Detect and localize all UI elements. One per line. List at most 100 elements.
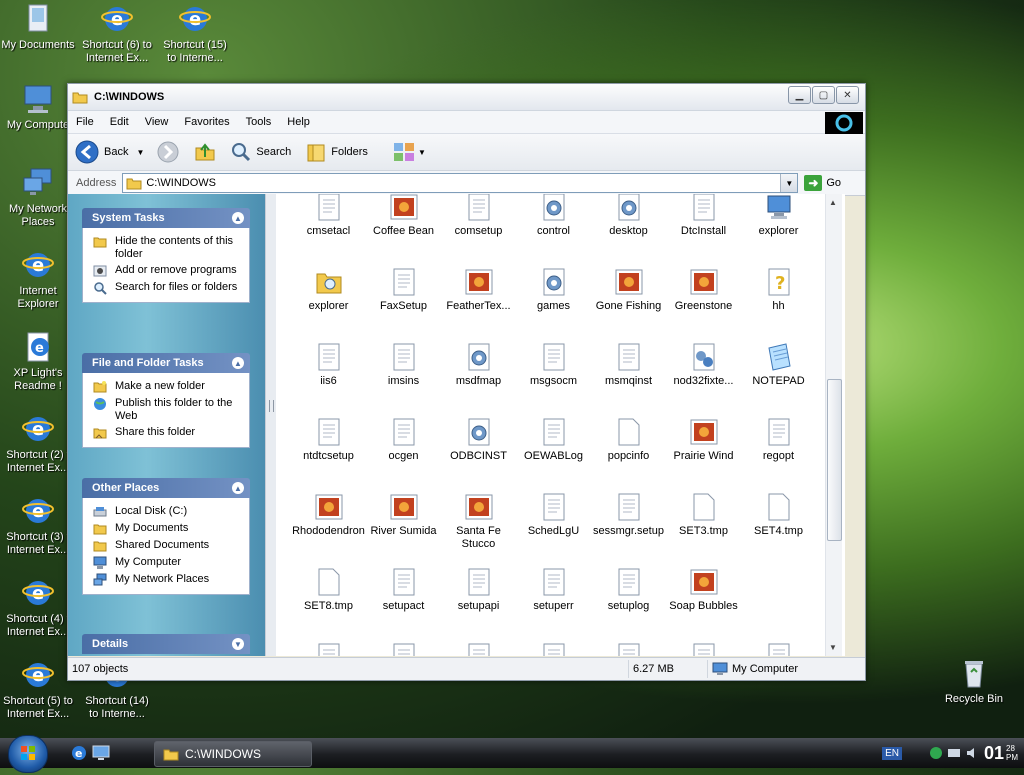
search-button[interactable]: Search — [230, 141, 291, 163]
file-item[interactable]: Greenstone — [666, 267, 741, 313]
file-item[interactable]: imsins — [366, 342, 441, 388]
desktop-icon-my-computer[interactable]: My Compute — [1, 82, 75, 132]
file-item[interactable]: popcinfo — [591, 417, 666, 463]
start-button[interactable] — [8, 735, 48, 773]
language-indicator[interactable]: EN — [882, 746, 902, 760]
chevron-down-icon[interactable]: ▼ — [232, 638, 244, 650]
desktop-icon-recycle-bin[interactable]: Recycle Bin — [937, 656, 1011, 706]
file-item-partial[interactable] — [366, 642, 441, 656]
file-item-partial[interactable] — [516, 642, 591, 656]
menu-favorites[interactable]: Favorites — [176, 116, 237, 128]
file-item[interactable]: FeatherTex... — [441, 267, 516, 313]
file-item[interactable]: setuplog — [591, 567, 666, 613]
desktop-icon-readme[interactable]: e XP Light's Readme ! — [1, 330, 75, 393]
scroll-thumb[interactable] — [827, 379, 842, 541]
file-item[interactable]: games — [516, 267, 591, 313]
file-item[interactable]: ? hh — [741, 267, 816, 313]
panel-header[interactable]: File and Folder Tasks ▲ — [82, 353, 250, 373]
menu-help[interactable]: Help — [279, 116, 318, 128]
security-tray-icon[interactable] — [928, 745, 944, 761]
file-item[interactable]: explorer — [741, 194, 816, 238]
desktop-icon-internet-explorer[interactable]: e Internet Explorer — [1, 248, 75, 311]
close-button[interactable]: ✕ — [836, 86, 859, 104]
forward-button[interactable] — [156, 140, 180, 164]
title-bar[interactable]: C:\WINDOWS ▁ ▢ ✕ — [68, 84, 865, 111]
file-item[interactable]: msmqinst — [591, 342, 666, 388]
scroll-down-icon[interactable]: ▼ — [829, 643, 837, 652]
maximize-button[interactable]: ▢ — [812, 86, 835, 104]
menu-file[interactable]: File — [68, 116, 102, 128]
file-item[interactable]: comsetup — [441, 194, 516, 238]
file-item[interactable]: SET3.tmp — [666, 492, 741, 538]
place-my-documents[interactable]: My Documents — [93, 522, 243, 536]
file-item[interactable]: ocgen — [366, 417, 441, 463]
network-tray-icon[interactable] — [946, 745, 962, 761]
chevron-up-icon[interactable]: ▲ — [232, 482, 244, 494]
task-hide-contents[interactable]: Hide the contents of this folder — [93, 235, 243, 261]
file-item-partial[interactable] — [591, 642, 666, 656]
place-network-places[interactable]: My Network Places — [93, 573, 243, 587]
desktop-icon-shortcut-3[interactable]: e Shortcut (3) t Internet Ex... — [1, 494, 75, 557]
file-item[interactable]: Rhododendron — [291, 492, 366, 538]
file-item[interactable]: iis6 — [291, 342, 366, 388]
file-item[interactable]: regopt — [741, 417, 816, 463]
file-item[interactable]: River Sumida — [366, 492, 441, 538]
back-button[interactable]: Back ▼ — [74, 139, 144, 165]
go-button[interactable]: ➜ Go — [804, 175, 841, 191]
file-item[interactable]: setupapi — [441, 567, 516, 613]
file-item[interactable]: Soap Bubbles — [666, 567, 741, 613]
task-share-folder[interactable]: Share this folder — [93, 426, 243, 440]
clock-hours[interactable]: 01 — [984, 743, 1004, 764]
panel-header[interactable]: System Tasks ▲ — [82, 208, 250, 228]
folders-button[interactable]: Folders — [305, 141, 368, 163]
desktop-icon-my-documents[interactable]: My Documents — [1, 2, 75, 52]
desktop-icon-shortcut-6[interactable]: e Shortcut (6) to Internet Ex... — [80, 2, 154, 65]
file-item[interactable]: nod32fixte... — [666, 342, 741, 388]
file-item[interactable]: setupact — [366, 567, 441, 613]
desktop-icon-shortcut-4[interactable]: e Shortcut (4) t Internet Ex... — [1, 576, 75, 639]
file-item[interactable]: NOTEPAD — [741, 342, 816, 388]
file-item[interactable]: msgsocm — [516, 342, 591, 388]
desktop-icon-shortcut-2[interactable]: e Shortcut (2) t Internet Ex... — [1, 412, 75, 475]
address-dropdown-button[interactable]: ▼ — [780, 174, 798, 192]
file-item[interactable]: SET8.tmp — [291, 567, 366, 613]
taskbar-window-button[interactable]: C:\WINDOWS — [154, 741, 312, 767]
file-item-partial[interactable] — [666, 642, 741, 656]
file-item[interactable]: Santa Fe Stucco — [441, 492, 516, 551]
place-local-disk[interactable]: Local Disk (C:) — [93, 505, 243, 519]
file-item-partial[interactable] — [441, 642, 516, 656]
file-item[interactable]: OEWABLog — [516, 417, 591, 463]
scroll-up-icon[interactable]: ▲ — [829, 198, 837, 207]
task-add-remove-programs[interactable]: Add or remove programs — [93, 264, 243, 278]
file-item[interactable]: cmsetacl — [291, 194, 366, 238]
file-item[interactable]: DtcInstall — [666, 194, 741, 238]
up-folder-button[interactable] — [194, 142, 216, 162]
chevron-down-icon[interactable]: ▼ — [136, 148, 144, 157]
show-desktop-icon[interactable] — [92, 745, 110, 761]
vertical-scrollbar[interactable]: ▲ ▼ — [825, 194, 842, 656]
file-item[interactable]: sessmgr.setup — [591, 492, 666, 538]
file-item[interactable]: FaxSetup — [366, 267, 441, 313]
panel-header[interactable]: Details ▼ — [82, 634, 250, 654]
file-item[interactable]: SchedLgU — [516, 492, 591, 538]
place-shared-documents[interactable]: Shared Documents — [93, 539, 243, 553]
internet-explorer-icon[interactable]: e — [70, 744, 88, 762]
file-item[interactable]: SET4.tmp — [741, 492, 816, 538]
address-input[interactable]: C:\WINDOWS ▼ — [122, 173, 799, 193]
file-item[interactable]: Gone Fishing — [591, 267, 666, 313]
desktop-icon-network-places[interactable]: My Network Places — [1, 166, 75, 229]
file-item[interactable]: Prairie Wind — [666, 417, 741, 463]
file-item[interactable]: ntdtcsetup — [291, 417, 366, 463]
desktop-icon-shortcut-5[interactable]: e Shortcut (5) to Internet Ex... — [1, 658, 75, 721]
explorer-window[interactable]: C:\WINDOWS ▁ ▢ ✕ File Edit View Favorite… — [67, 83, 866, 681]
task-search-files[interactable]: Search for files or folders — [93, 281, 243, 295]
file-item[interactable]: msdfmap — [441, 342, 516, 388]
desktop-icon-shortcut-15[interactable]: e Shortcut (15) to Interne... — [158, 2, 232, 65]
file-item[interactable]: explorer — [291, 267, 366, 313]
file-item[interactable]: setuperr — [516, 567, 591, 613]
menu-tools[interactable]: Tools — [238, 116, 280, 128]
file-item[interactable]: Coffee Bean — [366, 194, 441, 238]
views-button[interactable]: ▼ — [392, 141, 426, 163]
file-item[interactable]: ODBCINST — [441, 417, 516, 463]
file-item-partial[interactable] — [741, 642, 816, 656]
